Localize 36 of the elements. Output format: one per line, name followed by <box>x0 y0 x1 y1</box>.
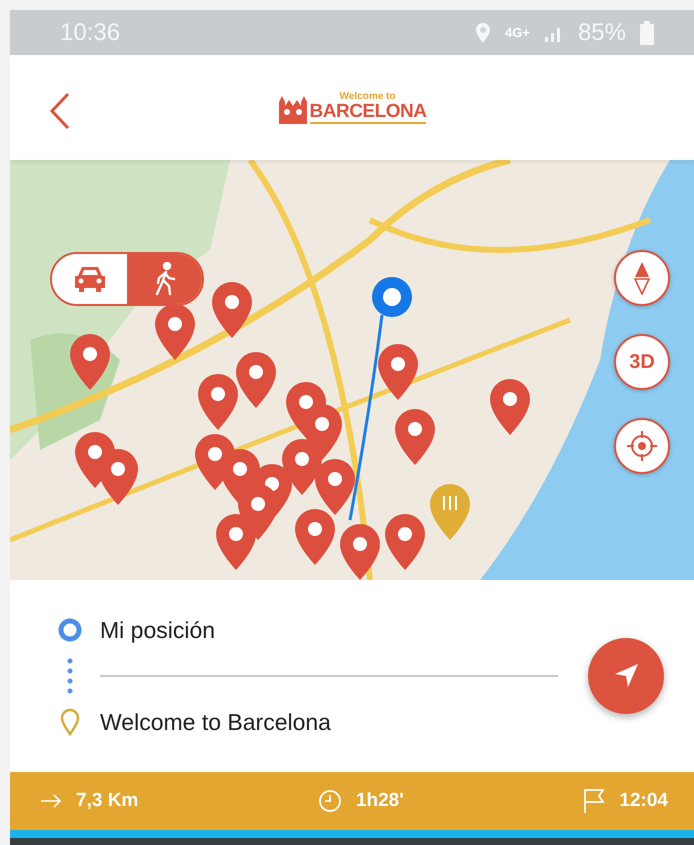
map-pin[interactable] <box>378 344 418 400</box>
distance: 7,3 Km <box>76 790 138 812</box>
map-pin[interactable] <box>216 514 256 570</box>
clock-icon <box>318 789 342 813</box>
map-pin[interactable] <box>385 514 425 570</box>
destination-pin-icon <box>60 708 80 736</box>
duration: 1h28' <box>356 790 404 812</box>
map-pin[interactable] <box>295 509 335 565</box>
origin-label: Mi posición <box>100 616 216 644</box>
location-icon <box>475 22 492 44</box>
flag-icon <box>583 788 606 814</box>
map-pin[interactable] <box>236 352 276 408</box>
map-pin[interactable] <box>395 409 435 465</box>
crosshair-icon <box>626 430 658 462</box>
logo-title: BARCELONA <box>310 102 426 124</box>
current-location-marker <box>372 277 412 317</box>
map-pin[interactable] <box>98 449 138 505</box>
destination-label: Welcome to Barcelona <box>100 708 331 736</box>
map-pin[interactable] <box>340 524 380 580</box>
logo-tagline: Welcome to <box>340 91 396 102</box>
map-pin[interactable] <box>315 459 355 515</box>
origin-icon <box>58 618 82 642</box>
map-pin[interactable] <box>490 379 530 435</box>
battery-icon <box>640 20 654 44</box>
arrow-right-icon <box>40 794 62 808</box>
map-pin[interactable] <box>212 282 252 338</box>
compass-icon <box>633 261 651 295</box>
logo-icon <box>278 96 308 124</box>
arrival-time: 12:04 <box>619 790 668 812</box>
walk-mode-button[interactable] <box>127 254 202 304</box>
map-pin[interactable] <box>282 439 322 495</box>
map-pin[interactable] <box>155 304 195 360</box>
restaurant-pin[interactable] <box>430 484 470 540</box>
map-pin[interactable] <box>70 334 110 390</box>
map-pin[interactable] <box>198 374 238 430</box>
navigate-button[interactable] <box>588 638 664 714</box>
